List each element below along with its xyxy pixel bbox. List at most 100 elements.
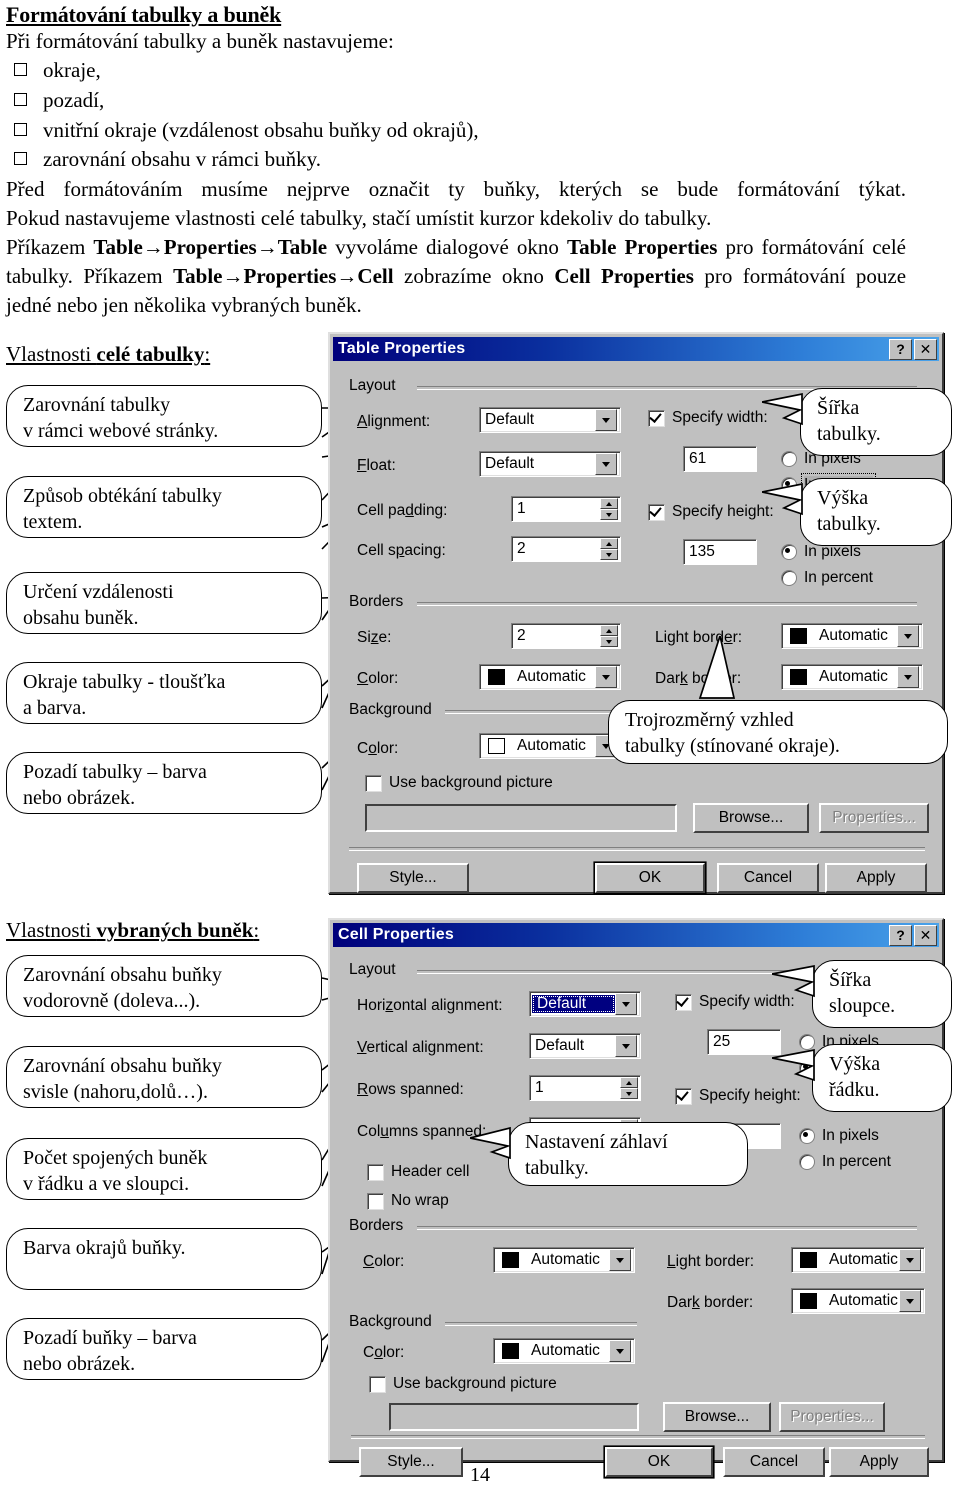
height-in-percent-radio[interactable]: In percent	[799, 1153, 891, 1171]
specify-height-checkbox[interactable]: Specify height:	[648, 503, 774, 521]
use-bg-picture-checkbox[interactable]: Use background picture	[369, 1375, 557, 1393]
dark-border-combo[interactable]: Automatic	[791, 1288, 925, 1314]
square-bullet-icon	[14, 122, 27, 136]
browse-button[interactable]: Browse...	[693, 803, 809, 833]
light-border-combo[interactable]: Automatic	[791, 1247, 925, 1273]
checkbox-icon[interactable]	[675, 993, 692, 1011]
paragraph-1: Před formátováním musíme nejprve označit…	[6, 177, 906, 202]
chevron-down-icon[interactable]	[595, 666, 617, 688]
callout-table-width: Šířka tabulky.	[800, 388, 952, 456]
checkbox-icon[interactable]	[675, 1087, 692, 1105]
callout-line-1: Nastavení záhlaví	[525, 1131, 668, 1153]
bg-color-combo[interactable]: Automatic	[479, 733, 621, 759]
light-border-combo[interactable]: Automatic	[781, 623, 923, 649]
light-border-value: Automatic	[829, 1251, 898, 1268]
horizontal-alignment-combo[interactable]: Default	[529, 991, 641, 1017]
cancel-button[interactable]: Cancel	[717, 863, 819, 893]
chevron-down-icon[interactable]	[897, 625, 919, 647]
ok-button[interactable]: OK	[595, 863, 705, 893]
no-wrap-checkbox[interactable]: No wrap	[367, 1192, 449, 1210]
style-button[interactable]: Style...	[357, 863, 469, 893]
rows-spanned-spinner[interactable]: 1	[529, 1075, 641, 1101]
ok-button[interactable]: OK	[605, 1447, 713, 1477]
checkbox-icon[interactable]	[648, 503, 665, 521]
browse-button[interactable]: Browse...	[663, 1402, 771, 1432]
help-icon[interactable]: ?	[889, 924, 912, 946]
apply-button[interactable]: Apply	[829, 1447, 929, 1477]
style-button[interactable]: Style...	[359, 1447, 463, 1477]
chevron-down-icon[interactable]	[899, 1290, 921, 1312]
group-label-background: Background	[349, 701, 438, 719]
help-icon[interactable]: ?	[889, 338, 912, 360]
radio-icon[interactable]	[781, 544, 797, 560]
horizontal-alignment-value: Default	[532, 995, 615, 1013]
chevron-down-icon[interactable]	[897, 666, 919, 688]
chevron-down-icon[interactable]	[595, 453, 617, 475]
radio-icon[interactable]	[799, 1154, 815, 1170]
specify-height-label: Specify height:	[672, 503, 774, 520]
table-width-field[interactable]: 61	[683, 446, 757, 472]
header-cell-checkbox[interactable]: Header cell	[367, 1163, 469, 1181]
section-1-heading-post: :	[204, 342, 211, 366]
checkbox-icon[interactable]	[365, 774, 382, 792]
callout-line-1: Barva okrajů buňky.	[23, 1237, 186, 1259]
chevron-down-icon[interactable]	[609, 1340, 631, 1362]
border-color-combo[interactable]: Automatic	[493, 1247, 635, 1273]
cancel-button[interactable]: Cancel	[723, 1447, 825, 1477]
alignment-combo[interactable]: Default	[479, 407, 621, 433]
section-2-heading: Vlastnosti vybraných buněk:	[6, 918, 259, 943]
chevron-down-icon[interactable]	[899, 1249, 921, 1271]
checkbox-icon[interactable]	[648, 409, 665, 427]
use-bg-picture-checkbox[interactable]: Use background picture	[365, 774, 553, 792]
close-icon[interactable]: ✕	[914, 924, 937, 946]
radio-icon[interactable]	[781, 451, 797, 467]
radio-icon[interactable]	[781, 570, 797, 586]
callout-tail-table-width	[762, 392, 803, 426]
close-icon[interactable]: ✕	[914, 338, 937, 360]
spinner-arrows-icon[interactable]	[600, 625, 618, 647]
specify-height-checkbox[interactable]: Specify height:	[675, 1087, 801, 1105]
chevron-down-icon[interactable]	[615, 1035, 637, 1057]
spinner-arrows-icon[interactable]	[600, 498, 618, 520]
spinner-arrows-icon[interactable]	[600, 538, 618, 560]
vertical-alignment-combo[interactable]: Default	[529, 1033, 641, 1059]
chevron-down-icon[interactable]	[609, 1249, 631, 1271]
callout-line-1: Trojrozměrný vzhled	[625, 709, 794, 731]
cell-padding-spinner[interactable]: 1	[511, 496, 621, 522]
checkbox-icon[interactable]	[367, 1163, 384, 1181]
checkbox-icon[interactable]	[367, 1192, 384, 1210]
bg-color-combo[interactable]: Automatic	[493, 1338, 635, 1364]
radio-icon[interactable]	[799, 1128, 815, 1144]
dark-border-combo[interactable]: Automatic	[781, 664, 923, 690]
table-height-field[interactable]: 135	[683, 539, 757, 565]
chevron-down-icon[interactable]	[615, 993, 637, 1015]
table-dialog-titlebar[interactable]: Table Properties ? ✕	[333, 337, 939, 361]
alignment-value: Default	[485, 411, 535, 428]
spinner-arrows-icon[interactable]	[620, 1077, 638, 1099]
bg-picture-path-field[interactable]	[389, 1403, 639, 1431]
p3-text-d: zobrazíme okno	[404, 264, 544, 289]
specify-width-checkbox[interactable]: Specify width:	[648, 409, 768, 427]
callout-line-1: Pozadí tabulky – barva	[23, 761, 207, 783]
section-2-heading-pre: Vlastnosti	[6, 918, 97, 942]
callout-cell-padding: Určení vzdálenosti obsahu buněk.	[6, 572, 322, 634]
apply-button[interactable]: Apply	[825, 863, 927, 893]
group-label-layout: Layout	[349, 377, 402, 395]
cell-spacing-value: 2	[517, 540, 526, 557]
chevron-down-icon[interactable]	[595, 409, 617, 431]
p3-text-a: Příkazem	[6, 235, 86, 260]
float-combo[interactable]: Default	[479, 451, 621, 477]
cell-dialog-titlebar[interactable]: Cell Properties ? ✕	[333, 923, 939, 947]
bg-color-value: Automatic	[517, 737, 586, 754]
bg-picture-path-field[interactable]	[365, 804, 677, 832]
cell-spacing-spinner[interactable]: 2	[511, 536, 621, 562]
border-size-spinner[interactable]: 2	[511, 623, 621, 649]
picture-properties-button[interactable]: Properties...	[779, 1402, 885, 1432]
height-in-percent-radio[interactable]: In percent	[781, 569, 873, 587]
height-in-pixels-radio[interactable]: In pixels	[799, 1127, 879, 1145]
light-border-label: Light border:	[667, 1253, 755, 1270]
picture-properties-button[interactable]: Properties...	[819, 803, 929, 833]
border-color-combo[interactable]: Automatic	[479, 664, 621, 690]
checkbox-icon[interactable]	[369, 1375, 386, 1393]
cell-width-field[interactable]: 25	[707, 1029, 781, 1055]
